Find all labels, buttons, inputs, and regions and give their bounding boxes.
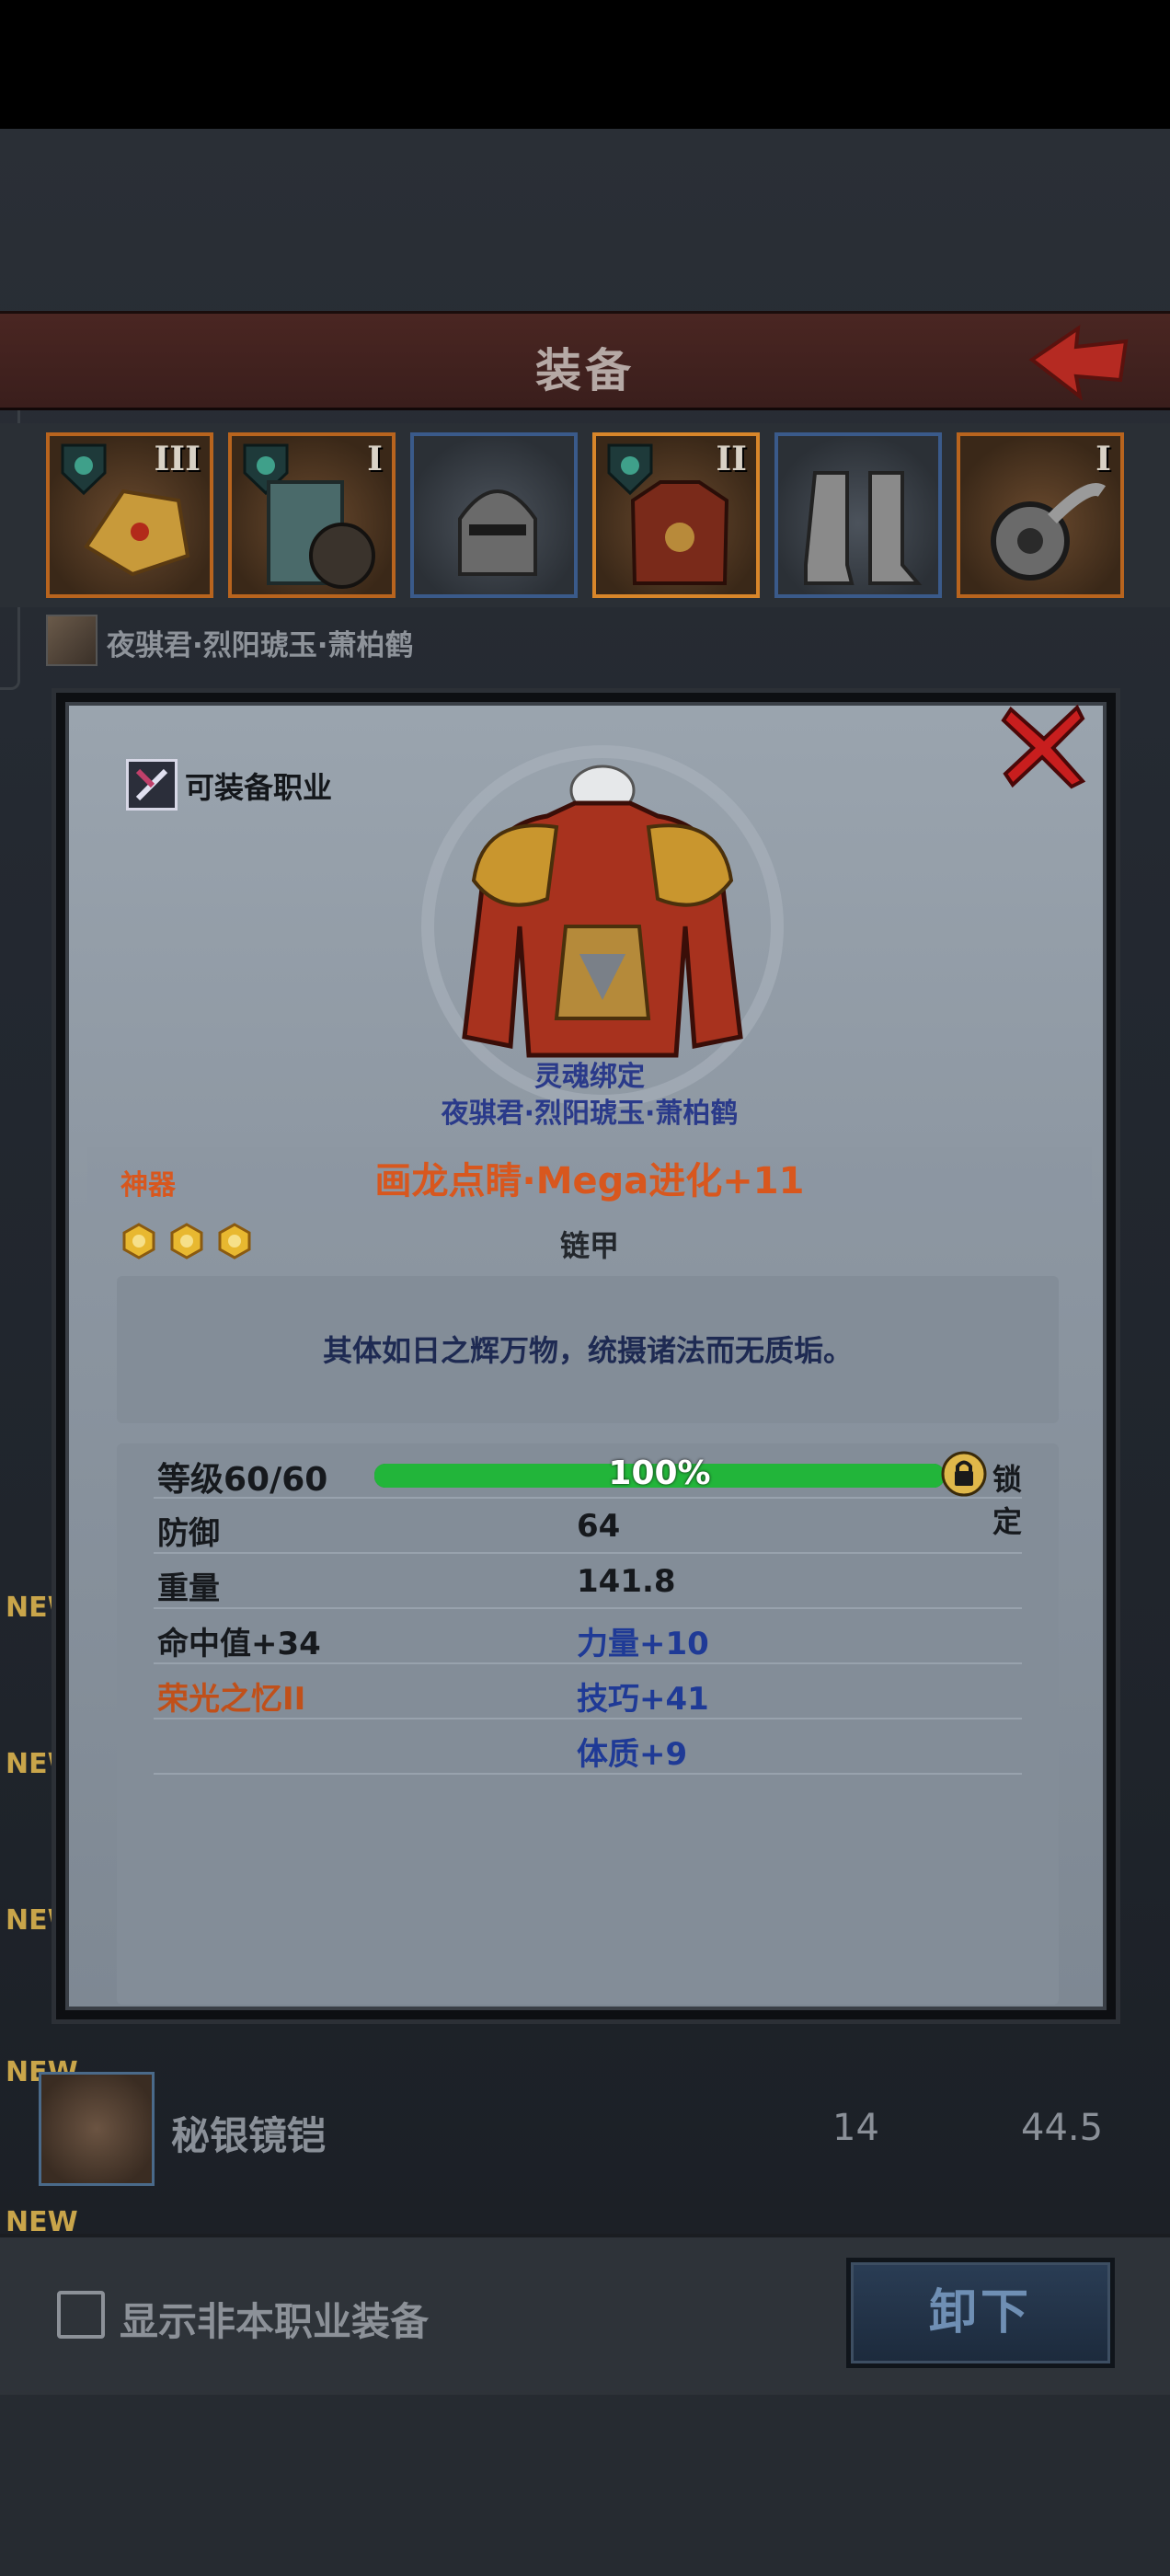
job-icon[interactable]	[126, 759, 178, 811]
gauntlet-icon	[991, 483, 1107, 581]
stat-row: 荣光之忆II 技巧+41	[154, 1664, 1022, 1719]
stat-right: 体质+9	[577, 1736, 688, 1773]
stat-right: 力量+10	[577, 1626, 709, 1662]
helmet-icon	[458, 489, 537, 576]
owner-label: 夜骐君·烈阳琥玉·萧柏鹤	[441, 1098, 739, 1130]
job-label: 可装备职业	[185, 770, 333, 805]
equipment-slots: III I II I	[0, 423, 1170, 607]
status-bar	[0, 0, 1170, 129]
stat-row: 体质+9	[154, 1719, 1022, 1775]
unequip-button-label: 卸下	[928, 2285, 1032, 2340]
list-item[interactable]: 秘银镜铠 14 44.5	[0, 2061, 1170, 2190]
stat-right: 技巧+41	[577, 1681, 709, 1718]
show-other-class-checkbox[interactable]	[57, 2291, 105, 2339]
item-thumbnail	[39, 2072, 155, 2186]
boots-icon	[804, 471, 923, 585]
stat-row: 防御 64	[154, 1499, 1022, 1554]
page-title: 装备	[535, 344, 635, 397]
checkbox-label: 显示非本职业装备	[120, 2299, 430, 2344]
stats-box: 等级60/60 100% 锁定 防御 64 重量 141.8 命中值+34 力量…	[117, 1443, 1059, 2005]
stat-row: 命中值+34 力量+10	[154, 1609, 1022, 1664]
stat-left: 命中值+34	[157, 1626, 321, 1662]
item-detail-dialog: 可装备职业 灵魂绑定 夜骐君·烈阳琥玉·萧柏鹤 神器 画龙点睛·Mega进化+1…	[52, 688, 1120, 2024]
hero-name: 夜骐君·烈阳琥玉·萧柏鹤	[107, 629, 414, 662]
slot-shoulder[interactable]: III	[46, 432, 213, 598]
level-percent: 100%	[608, 1455, 711, 1492]
stat-row: 重量 141.8	[154, 1554, 1022, 1609]
hero-row: 夜骐君·烈阳琥玉·萧柏鹤	[0, 607, 1170, 672]
stat-left: 荣光之忆II	[157, 1681, 306, 1718]
item-stat-value: 14	[832, 2107, 879, 2149]
level-row: 等级60/60 100% 锁定	[154, 1443, 1022, 1539]
back-arrow-icon[interactable]	[1023, 323, 1133, 402]
level-label: 等级60/60	[157, 1461, 328, 1499]
description-box: 其体如日之辉万物，统摄诸法而无质垢。	[117, 1276, 1059, 1423]
slot-chest[interactable]: II	[592, 432, 760, 598]
slot-shield[interactable]: I	[228, 432, 396, 598]
close-icon[interactable]	[998, 700, 1090, 792]
item-type: 链甲	[559, 1228, 619, 1263]
slot-gauntlet[interactable]: I	[957, 432, 1124, 598]
bottom-bar	[0, 2392, 1170, 2576]
soulbound-label: 灵魂绑定	[534, 1061, 645, 1093]
stat-left: 防御	[157, 1515, 220, 1552]
stat-right: 64	[577, 1508, 621, 1545]
shoulder-armor-icon	[84, 489, 190, 577]
unequip-button[interactable]: 卸下	[846, 2258, 1115, 2368]
header-bar: 装备	[0, 311, 1170, 410]
dialog-panel: 可装备职业 灵魂绑定 夜骐君·烈阳琥玉·萧柏鹤 神器 画龙点睛·Mega进化+1…	[65, 702, 1107, 2010]
slot-helmet[interactable]	[410, 432, 578, 598]
stat-right: 141.8	[577, 1563, 676, 1600]
chest-armor-icon	[630, 480, 729, 585]
item-name: 秘银镜铠	[171, 2113, 327, 2158]
item-name: 画龙点睛·Mega进化+11	[374, 1160, 805, 1202]
slot-boots[interactable]	[774, 432, 942, 598]
lock-icon[interactable]	[941, 1451, 987, 1497]
item-weight-value: 44.5	[1021, 2107, 1104, 2149]
shield-icon	[267, 480, 375, 589]
stat-left: 重量	[157, 1570, 220, 1607]
avatar[interactable]	[46, 615, 98, 666]
item-description: 其体如日之辉万物，统摄诸法而无质垢。	[322, 1333, 853, 1368]
